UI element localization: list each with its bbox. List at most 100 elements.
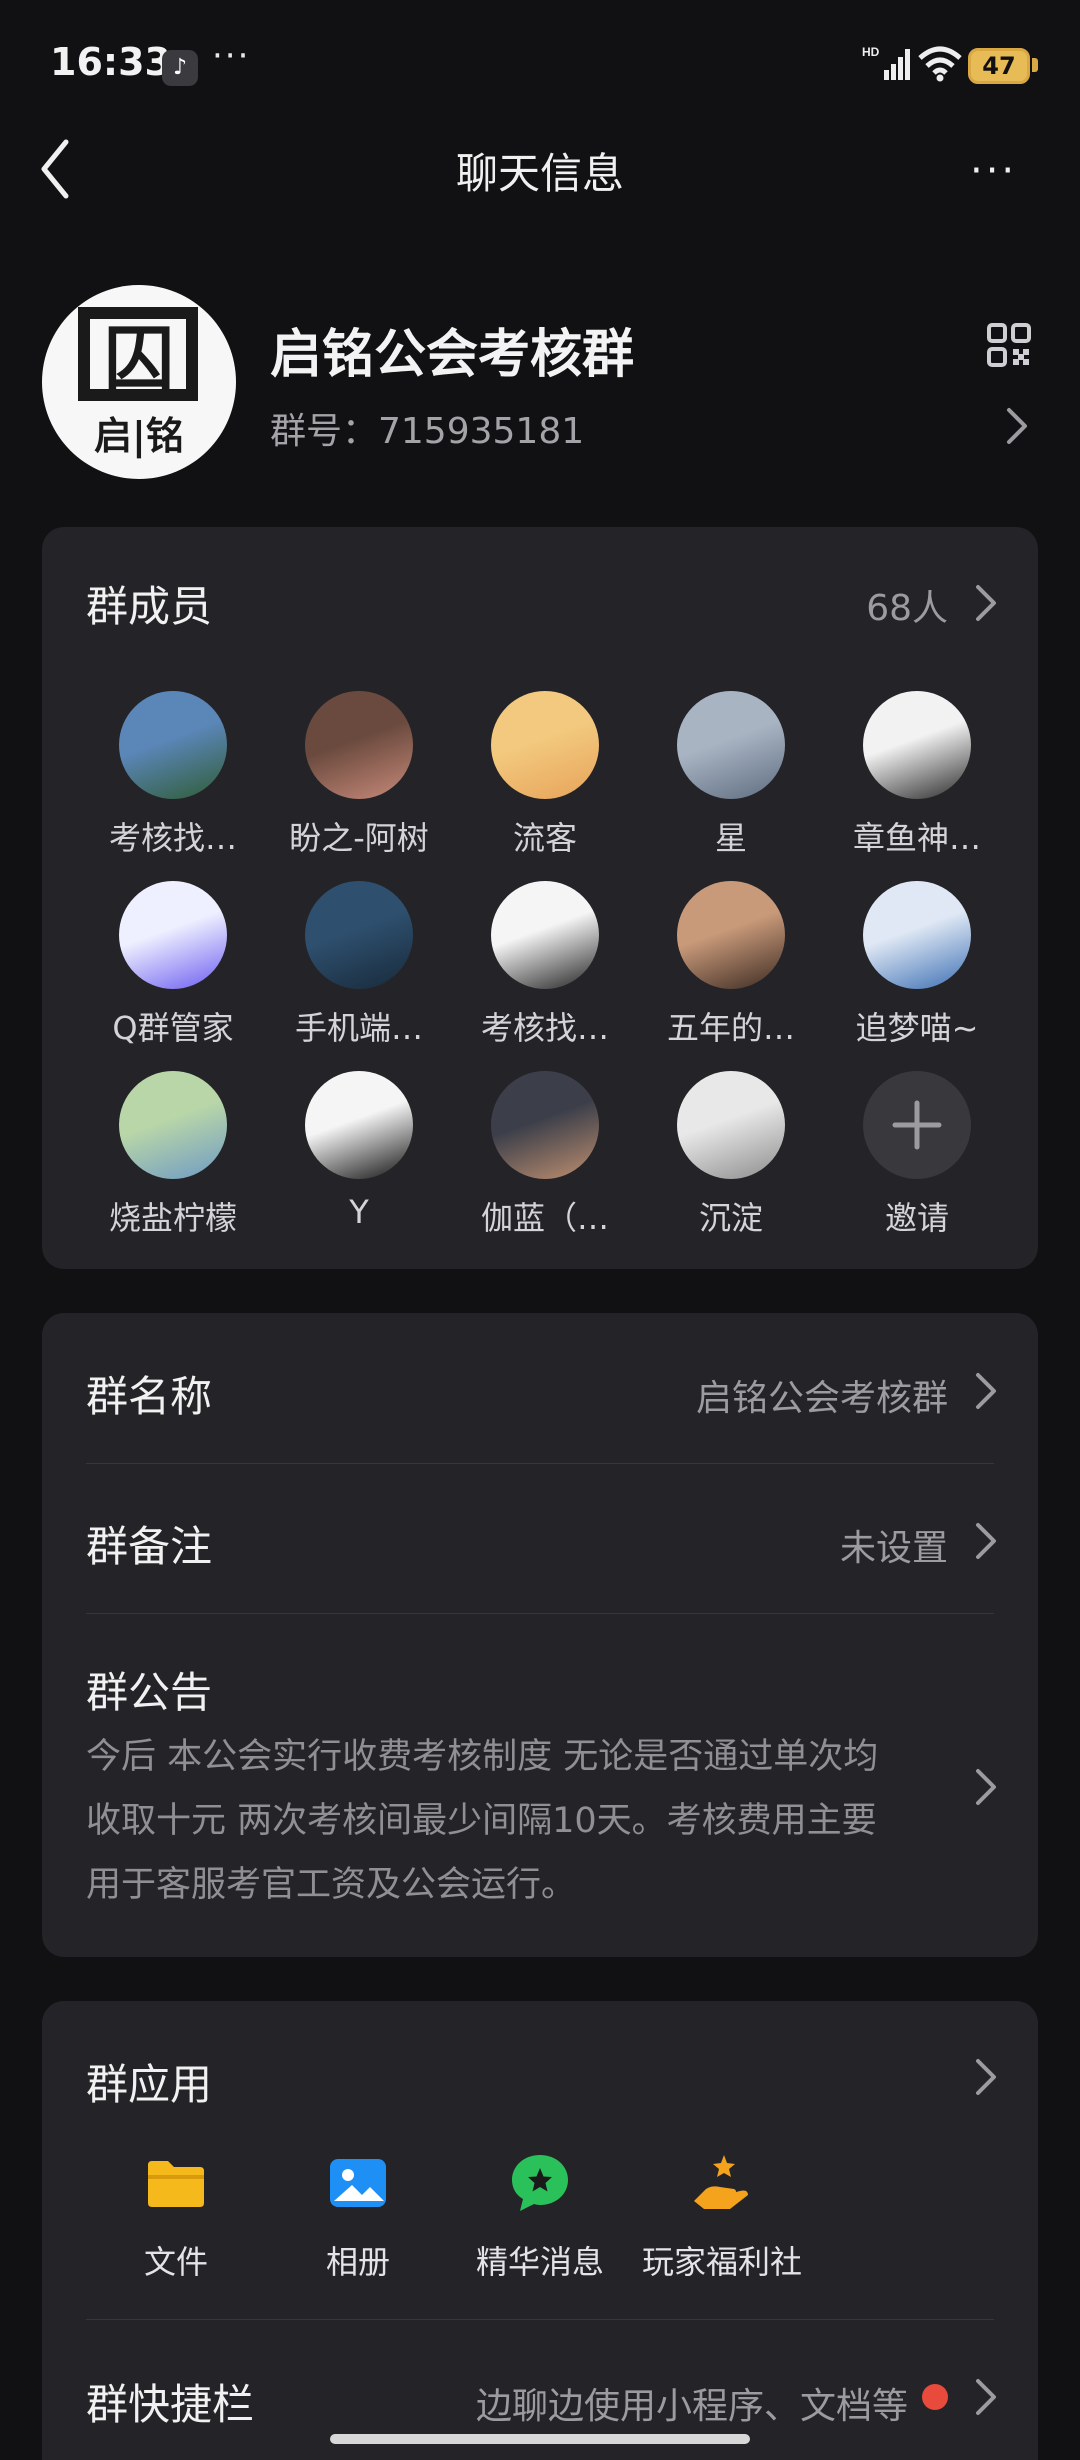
- member-name: 考核找…: [108, 819, 237, 857]
- member-name: Y: [349, 1193, 369, 1231]
- member-item[interactable]: 考核找…: [78, 691, 268, 859]
- app-label: 文件: [143, 2243, 208, 2281]
- new-badge-dot: [922, 2384, 948, 2410]
- logo-wordmark: 启|铭: [94, 414, 184, 459]
- member-item[interactable]: 沉淀: [636, 1071, 826, 1239]
- logo-mark: 囚: [104, 317, 174, 400]
- chevron-right-icon[interactable]: [974, 1371, 998, 1411]
- shortcut-bar-value[interactable]: 边聊边使用小程序、文档等: [476, 2377, 908, 2429]
- member-name: 烧盐柠檬: [108, 1199, 237, 1237]
- notice-line: 今后 本公会实行收费考核制度 无论是否通过单次均: [86, 1737, 879, 1777]
- member-avatar: [863, 881, 971, 989]
- member-item[interactable]: 追梦喵~: [822, 881, 1012, 1049]
- member-count[interactable]: 68人: [866, 579, 948, 631]
- group-logo-icon: 囚 启|铭: [78, 307, 198, 459]
- member-avatar: [305, 691, 413, 799]
- member-item[interactable]: 伽蓝（…: [450, 1071, 640, 1239]
- group-name: 启铭公会考核群: [270, 325, 635, 385]
- battery-icon: 47: [968, 48, 1030, 84]
- chevron-right-icon[interactable]: [974, 1521, 998, 1561]
- member-item[interactable]: 五年的…: [636, 881, 826, 1049]
- group-notice-label[interactable]: 群公告: [86, 1659, 212, 1720]
- member-avatar: [491, 1071, 599, 1179]
- member-avatar: [677, 691, 785, 799]
- status-time: 16:33: [50, 40, 171, 84]
- home-indicator[interactable]: [330, 2434, 750, 2444]
- folder-icon: [148, 2161, 204, 2207]
- plus-icon: [863, 1071, 971, 1179]
- invite-member-button[interactable]: 邀请: [822, 1071, 1012, 1239]
- group-apps-title[interactable]: 群应用: [86, 2051, 212, 2112]
- member-avatar: [305, 881, 413, 989]
- app-label: 精华消息: [475, 2243, 604, 2281]
- chevron-right-icon[interactable]: [974, 1767, 998, 1807]
- member-avatar: [677, 881, 785, 989]
- chevron-right-icon[interactable]: [974, 2057, 998, 2097]
- group-name-label[interactable]: 群名称: [86, 1363, 212, 1424]
- member-avatar: [491, 881, 599, 989]
- app-player-welfare[interactable]: 玩家福利社: [632, 2151, 812, 2283]
- app-featured-messages[interactable]: 精华消息: [450, 2151, 630, 2283]
- member-name: 流客: [512, 819, 577, 857]
- qr-code-icon[interactable]: [986, 322, 1032, 368]
- member-item[interactable]: 烧盐柠檬: [78, 1071, 268, 1239]
- group-remark-label[interactable]: 群备注: [86, 1513, 212, 1574]
- battery-tip: [1032, 58, 1038, 72]
- member-avatar: [863, 691, 971, 799]
- star-bubble-icon: [512, 2155, 568, 2211]
- chat-info-page: 16:33 ♪ ··· HD 47 聊天信息 ··· 囚 启|铭 启铭公会考核群…: [0, 0, 1080, 2460]
- more-options-icon[interactable]: ···: [970, 148, 1017, 194]
- page-title: 聊天信息: [455, 149, 624, 198]
- members-title: 群成员: [86, 582, 213, 631]
- member-avatar: [119, 691, 227, 799]
- member-item[interactable]: Y: [264, 1071, 454, 1231]
- group-info-card: 群名称 启铭公会考核群 群备注 未设置 群公告 今后 本公会实行收费考核制度 无…: [42, 1313, 1038, 1957]
- divider: [86, 1613, 994, 1614]
- group-notice-text[interactable]: 今后 本公会实行收费考核制度 无论是否通过单次均 收取十元 两次考核间最少间隔1…: [86, 1725, 946, 1917]
- member-name: 手机端…: [294, 1009, 423, 1047]
- photo-icon: [330, 2159, 386, 2207]
- member-item[interactable]: 流客: [450, 691, 640, 859]
- gift-hand-icon: [694, 2155, 748, 2209]
- signal-icon: HD: [862, 45, 910, 80]
- app-album[interactable]: 相册: [268, 2151, 448, 2283]
- member-avatar: [305, 1071, 413, 1179]
- member-name: 追梦喵~: [855, 1009, 979, 1047]
- member-item[interactable]: 手机端…: [264, 881, 454, 1049]
- status-bar: 16:33 ♪ ··· HD 47: [0, 0, 1080, 130]
- member-item[interactable]: 盼之-阿树: [264, 691, 454, 859]
- group-remark-value[interactable]: 未设置: [840, 1519, 948, 1571]
- group-id: 群号：715935181: [270, 411, 585, 452]
- network-type-label: HD: [862, 45, 880, 59]
- chevron-right-icon[interactable]: [1005, 406, 1029, 446]
- group-name-value[interactable]: 启铭公会考核群: [696, 1369, 948, 1421]
- member-name: 考核找…: [480, 1009, 609, 1047]
- app-label: 相册: [325, 2243, 390, 2281]
- divider: [86, 1463, 994, 1464]
- chevron-right-icon[interactable]: [974, 2377, 998, 2417]
- chevron-right-icon[interactable]: [974, 583, 998, 623]
- group-avatar[interactable]: 囚 启|铭: [42, 285, 236, 479]
- member-avatar: [119, 1071, 227, 1179]
- member-name: 星: [714, 819, 747, 857]
- member-item[interactable]: 章鱼神…: [822, 691, 1012, 859]
- member-name: 邀请: [884, 1199, 949, 1237]
- member-avatar: [119, 881, 227, 989]
- wifi-icon: [918, 46, 962, 82]
- member-name: 五年的…: [666, 1009, 795, 1047]
- member-name: 盼之-阿树: [289, 819, 429, 857]
- member-item[interactable]: Q群管家: [78, 881, 268, 1049]
- group-apps-card: 群应用 文件 相册 精华消息 玩家福利社 群快捷栏 边聊边使用小程序、文档等: [42, 2001, 1038, 2460]
- shortcut-bar-label[interactable]: 群快捷栏: [86, 2371, 254, 2432]
- members-card: 群成员 68人 考核找… 盼之-阿树 流客 星 章鱼神… Q群管家 手机端… 考核找… 五年的……: [42, 527, 1038, 1269]
- app-files[interactable]: 文件: [86, 2151, 266, 2283]
- divider: [86, 2319, 994, 2320]
- member-name: 沉淀: [698, 1199, 763, 1237]
- member-name: Q群管家: [112, 1009, 234, 1047]
- more-notifications-icon: ···: [212, 36, 251, 76]
- member-name: 伽蓝（…: [480, 1199, 609, 1237]
- member-item[interactable]: 考核找…: [450, 881, 640, 1049]
- app-label: 玩家福利社: [641, 2243, 802, 2281]
- member-item[interactable]: 星: [636, 691, 826, 859]
- member-avatar: [491, 691, 599, 799]
